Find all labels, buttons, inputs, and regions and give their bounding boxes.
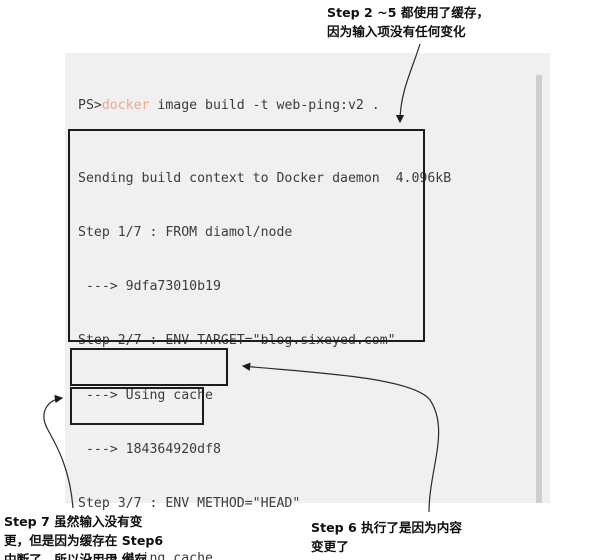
terminal-scrollbar-thumb[interactable]	[536, 75, 542, 503]
terminal-line: Sending build context to Docker daemon 4…	[78, 170, 452, 186]
terminal-line: ---> Using cache	[78, 387, 213, 403]
screenshot-root: PS>docker image build -t web-ping:v2 . S…	[0, 0, 611, 560]
prompt-arguments: image build -t web-ping:v2 .	[149, 98, 380, 114]
terminal-prompt-line: PS>docker image build -t web-ping:v2 .	[78, 97, 451, 115]
annotation-step-7-no-cache: Step 7 虽然输入没有变 更，但是因为缓存在 Step6 中断了，所以没用用…	[4, 514, 164, 560]
terminal-line: ---> 9dfa73010b19	[78, 279, 221, 295]
prompt-command-token: docker	[101, 98, 150, 114]
prompt-prefix: PS>	[78, 98, 102, 114]
annotation-steps-2-5-cached: Step 2 ~5 都使用了缓存， 因为输入项没有任何变化	[327, 5, 490, 39]
terminal-line: Step 1/7 : FROM diamol/node	[78, 224, 293, 240]
terminal-panel: PS>docker image build -t web-ping:v2 . S…	[65, 53, 550, 560]
terminal-output: PS>docker image build -t web-ping:v2 . S…	[78, 61, 451, 560]
terminal-line: Step 2/7 : ENV TARGET="blog.sixeyed.com"	[78, 333, 396, 349]
annotation-step-6-changed: Step 6 执行了是因为内容 变更了	[311, 520, 462, 554]
terminal-line: ---> 184364920df8	[78, 441, 221, 457]
terminal-line: Step 3/7 : ENV METHOD="HEAD"	[78, 496, 301, 512]
